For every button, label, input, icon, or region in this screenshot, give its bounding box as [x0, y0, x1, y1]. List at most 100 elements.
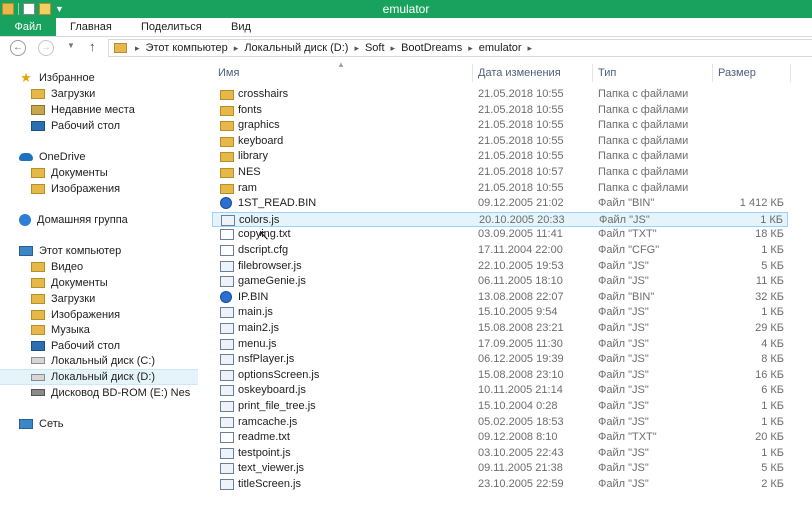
- breadcrumb-chevron-icon[interactable]: ▸: [528, 43, 533, 54]
- file-row[interactable]: ramcache.js 05.02.2005 18:53 Файл "JS" 1 КБ: [212, 415, 788, 430]
- column-header-name[interactable]: Имя: [218, 64, 239, 82]
- address-bar[interactable]: ▸ Этот компьютер ▸ Локальный диск (D:) ▸…: [108, 39, 812, 57]
- file-row[interactable]: 1ST_READ.BIN 09.12.2005 21:02 Файл "BIN" 1 …: [212, 196, 788, 211]
- nav-item[interactable]: Локальный диск (C:): [0, 353, 155, 368]
- tab-view[interactable]: Вид: [231, 18, 251, 36]
- nav-item[interactable]: Недавние места: [0, 102, 135, 117]
- column-divider[interactable]: [712, 64, 713, 82]
- column-divider[interactable]: [472, 64, 473, 82]
- nav-item[interactable]: Сеть: [0, 416, 63, 431]
- nav-item-label: Этот компьютер: [39, 244, 122, 257]
- column-divider[interactable]: [790, 64, 791, 82]
- breadcrumb-chevron-icon[interactable]: ▸: [391, 43, 396, 54]
- file-row[interactable]: menu.js 17.09.2005 11:30 Файл "JS" 4 КБ: [212, 337, 788, 352]
- tab-home[interactable]: Главная: [70, 18, 112, 36]
- breadcrumb-item[interactable]: Этот компьютер: [146, 42, 228, 54]
- file-row[interactable]: keyboard 21.05.2018 10:55 Папка с файлами: [212, 134, 788, 149]
- file-row[interactable]: IP.BIN 13.08.2008 22:07 Файл "BIN" 32 КБ: [212, 290, 788, 305]
- desktop-icon: [31, 340, 45, 351]
- file-type: Файл "JS": [598, 306, 649, 319]
- file-name: library: [238, 150, 268, 163]
- file-date: 06.12.2005 19:39: [478, 353, 564, 366]
- file-date: 15.10.2004 0:28: [478, 400, 558, 412]
- breadcrumb-item[interactable]: Soft: [365, 42, 385, 54]
- file-row[interactable]: crosshairs 21.05.2018 10:55 Папка с файлам…: [212, 87, 788, 102]
- file-row[interactable]: dscript.cfg 17.11.2004 22:00 Файл "CFG" 1 К…: [212, 243, 788, 258]
- js-file-icon: [220, 479, 234, 490]
- file-row[interactable]: titleScreen.js 23.10.2005 22:59 Файл "JS" 2…: [212, 477, 788, 492]
- file-row[interactable]: print_file_tree.js 15.10.2004 0:28 Файл "J…: [212, 399, 788, 414]
- column-header-size[interactable]: Размер: [718, 64, 756, 82]
- file-row[interactable]: copying.txt 03.09.2005 11:41 Файл "TXT" 18 …: [212, 227, 788, 242]
- file-type: Файл "JS": [598, 322, 649, 334]
- file-date: 21.05.2018 10:55: [478, 150, 564, 163]
- file-row[interactable]: readme.txt 09.12.2008 8:10 Файл "TXT" 20 КБ: [212, 430, 788, 445]
- nav-item[interactable]: Документы: [0, 165, 108, 180]
- file-date: 03.09.2005 11:41: [478, 228, 563, 241]
- nav-item-label: Локальный диск (C:): [51, 354, 156, 367]
- nav-item[interactable]: Локальный диск (D:): [0, 369, 198, 385]
- file-row[interactable]: main.js 15.10.2005 9:54 Файл "JS" 1 КБ: [212, 305, 788, 320]
- breadcrumb-chevron-icon[interactable]: ▸: [135, 43, 140, 54]
- nav-item[interactable]: Домашняя группа: [0, 212, 128, 227]
- breadcrumb-chevron-icon[interactable]: ▸: [234, 43, 239, 54]
- file-name: nsfPlayer.js: [238, 353, 295, 366]
- nav-item[interactable]: Видео: [0, 259, 83, 274]
- tab-share[interactable]: Поделиться: [141, 18, 202, 36]
- bd-rom-icon: [31, 389, 45, 396]
- folder-icon: [220, 168, 234, 178]
- file-row[interactable]: library 21.05.2018 10:55 Папка с файлами: [212, 149, 788, 164]
- js-file-icon: [220, 307, 234, 319]
- file-row[interactable]: nsfPlayer.js 06.12.2005 19:39 Файл "JS" 8 К…: [212, 352, 788, 367]
- file-row[interactable]: optionsScreen.js 15.08.2008 23:10 Файл "JS…: [212, 368, 788, 383]
- file-row[interactable]: testpoint.js 03.10.2005 22:43 Файл "JS" 1 К…: [212, 446, 788, 461]
- back-arrow-icon[interactable]: ←: [10, 40, 26, 56]
- file-row[interactable]: gameGenie.js 06.11.2005 18:10 Файл "JS" 11 …: [212, 274, 788, 289]
- js-file-icon: [220, 447, 234, 459]
- breadcrumb-chevron-icon[interactable]: ▸: [468, 43, 473, 54]
- nav-item[interactable]: Рабочий стол: [0, 338, 120, 353]
- nav-item[interactable]: Рабочий стол: [0, 118, 120, 133]
- nav-item[interactable]: ★ Избранное: [0, 70, 95, 85]
- breadcrumb-item[interactable]: Локальный диск (D:): [244, 42, 348, 54]
- nav-item[interactable]: Музыка: [0, 322, 90, 337]
- file-row[interactable]: oskeyboard.js 10.11.2005 21:14 Файл "JS" 6 …: [212, 383, 788, 398]
- file-date: 21.05.2018 10:55: [478, 134, 564, 147]
- recent-locations-chevron-icon[interactable]: ▼: [67, 41, 75, 50]
- nav-item-label: Видео: [51, 260, 84, 273]
- file-row[interactable]: filebrowser.js 22.10.2005 19:53 Файл "JS" 5…: [212, 259, 788, 274]
- file-type: Папка с файлами: [598, 150, 689, 163]
- folder-icon: [31, 324, 45, 335]
- column-header-type[interactable]: Тип: [598, 64, 616, 82]
- file-size: 18 КБ: [755, 228, 784, 241]
- breadcrumb-chevron-icon[interactable]: ▸: [354, 43, 359, 54]
- column-header-date[interactable]: Дата изменения: [478, 64, 561, 82]
- forward-arrow-icon[interactable]: →: [38, 40, 54, 56]
- file-row[interactable]: ram 21.05.2018 10:55 Папка с файлами: [212, 181, 788, 196]
- nav-item[interactable]: Загрузки: [0, 86, 95, 101]
- tab-file[interactable]: Файл: [0, 18, 56, 36]
- file-row[interactable]: main2.js 15.08.2008 23:21 Файл "JS" 29 КБ: [212, 321, 788, 336]
- file-row[interactable]: fonts 21.05.2018 10:55 Папка с файлами: [212, 103, 788, 118]
- nav-item[interactable]: Загрузки: [0, 291, 95, 306]
- file-row[interactable]: graphics 21.05.2018 10:55 Папка с файлами: [212, 118, 788, 133]
- file-row[interactable]: NES 21.05.2018 10:57 Папка с файлами: [212, 165, 788, 180]
- nav-item[interactable]: Этот компьютер: [0, 243, 121, 258]
- drive-icon: [31, 373, 45, 381]
- folder-icon: [220, 105, 234, 116]
- js-file-icon: [220, 385, 234, 397]
- file-row[interactable]: colors.js 20.10.2005 20:33 Файл "JS" 1 КБ: [212, 211, 788, 227]
- js-file-icon: [220, 260, 234, 272]
- nav-item[interactable]: Изображения: [0, 181, 120, 196]
- nav-item[interactable]: OneDrive: [0, 149, 85, 164]
- breadcrumb-item[interactable]: BootDreams: [401, 42, 462, 54]
- file-row[interactable]: text_viewer.js 09.11.2005 21:38 Файл "JS" 5…: [212, 461, 788, 476]
- column-divider[interactable]: [592, 64, 593, 82]
- file-date: 21.05.2018 10:55: [478, 119, 564, 132]
- nav-item[interactable]: Изображения: [0, 307, 120, 322]
- breadcrumb-item[interactable]: emulator: [479, 42, 522, 54]
- nav-item[interactable]: Дисковод BD-ROM (E:) Nes: [0, 385, 190, 400]
- js-file-icon: [220, 416, 234, 428]
- nav-item[interactable]: Документы: [0, 275, 108, 290]
- up-arrow-icon[interactable]: ↑: [89, 39, 96, 54]
